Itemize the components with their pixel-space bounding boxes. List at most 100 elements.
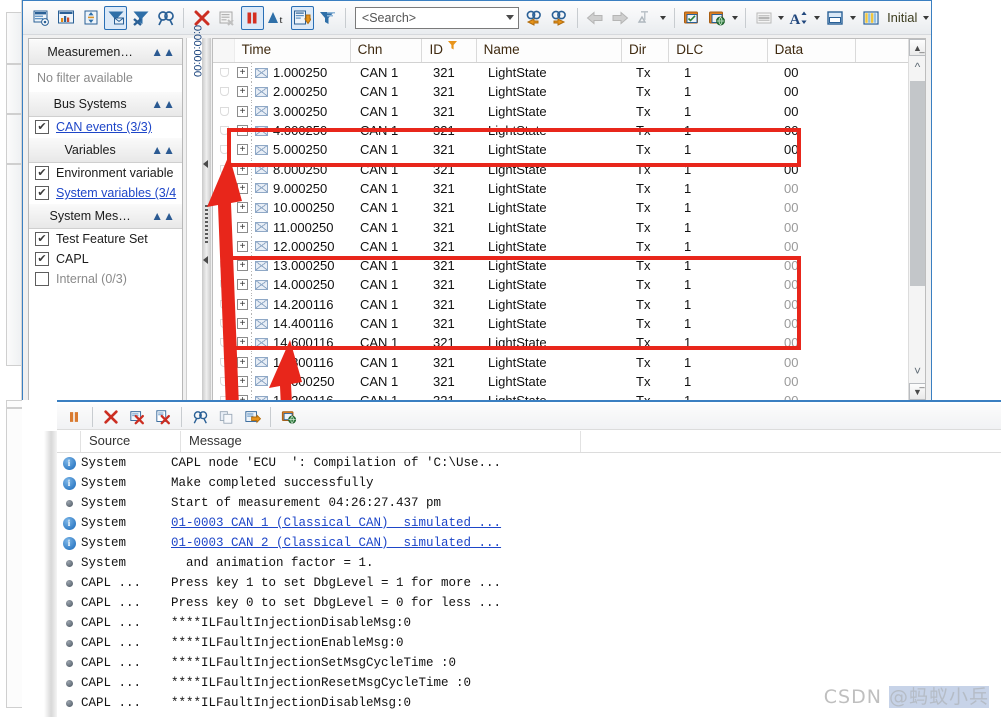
table-row[interactable]: +2.000250 CAN 1 321 LightState Tx 1 00 [213, 82, 925, 102]
highlight-box-rows-14 [227, 256, 801, 350]
configuration-icon[interactable] [29, 6, 52, 30]
open-file-icon[interactable] [680, 6, 703, 30]
scroll-top-button[interactable]: ▲̲ [909, 39, 925, 56]
color-scheme-icon[interactable] [859, 6, 882, 30]
scroll-bottom-button[interactable]: ▼̅ [909, 383, 925, 400]
row-flag-icon[interactable] [213, 68, 235, 78]
log-row[interactable]: System and animation factor = 1. [57, 553, 1001, 573]
filter-item-test-feature-set[interactable]: Test Feature Set [29, 229, 182, 249]
layout-dropdown-arrow[interactable] [920, 6, 931, 30]
log-row[interactable]: CAPL ... Press key 0 to set DbgLevel = 0 … [57, 593, 1001, 613]
clear-file-icon[interactable] [151, 405, 175, 429]
log-cell-message[interactable]: 01-0003 CAN 1 (Classical CAN) simulated … [171, 516, 501, 530]
chevron-down-icon[interactable] [505, 15, 514, 20]
log-row[interactable]: CAPL ... ****ILFaultInjectionDisableMsg:0 [57, 613, 1001, 633]
chevron-up-icon[interactable]: ▲▲ [151, 46, 175, 58]
filter-section-header-system-messages[interactable]: System Mes… ▲▲ [29, 203, 182, 229]
window-dropdown-arrow[interactable] [847, 6, 858, 30]
filter-section-header-bus-systems[interactable]: Bus Systems ▲▲ [29, 91, 182, 117]
log-column-header-source[interactable]: Source [81, 431, 181, 452]
filter-section-header-variables[interactable]: Variables ▲▲ [29, 137, 182, 163]
scroll-to-end-icon[interactable] [290, 5, 314, 30]
scrollbar-thumb[interactable] [910, 81, 925, 286]
table-row[interactable]: +11.000250 CAN 1 321 LightState Tx 1 00 [213, 217, 925, 237]
log-row[interactable]: i System Make completed successfully [57, 473, 1001, 493]
column-header-dir[interactable]: Dir [622, 39, 670, 62]
font-dropdown-arrow[interactable] [812, 6, 823, 30]
scroll-down-button[interactable]: ˅ [909, 361, 925, 381]
checkbox[interactable] [35, 186, 49, 200]
table-row[interactable]: +9.000250 CAN 1 321 LightState Tx 1 00 [213, 178, 925, 198]
log-row[interactable]: System Start of measurement 04:26:27.437 … [57, 493, 1001, 513]
log-column-header-message[interactable]: Message [181, 431, 581, 452]
window-layout-icon[interactable] [823, 6, 846, 30]
clear-all-icon[interactable] [125, 405, 149, 429]
table-row[interactable]: +12.000250 CAN 1 321 LightState Tx 1 00 [213, 236, 925, 256]
checkbox[interactable] [35, 120, 49, 134]
pause-icon[interactable] [240, 5, 264, 30]
row-flag-icon[interactable] [213, 106, 235, 116]
expand-row-icon[interactable]: + [237, 67, 248, 79]
column-header-name[interactable]: Name [477, 39, 623, 62]
row-flag-icon[interactable] [213, 87, 235, 97]
log-cell-message[interactable]: 01-0003 CAN 2 (Classical CAN) simulated … [171, 536, 501, 550]
filter-item-system-variables[interactable]: System variables (3/4 [29, 183, 182, 203]
filter-messages-icon[interactable] [104, 5, 128, 30]
checkbox[interactable] [35, 232, 49, 246]
clear-icon[interactable] [99, 405, 123, 429]
column-header-dlc[interactable]: DLC [669, 39, 768, 62]
filter-item-environment-variable[interactable]: Environment variable [29, 163, 182, 183]
export-icon[interactable] [240, 405, 264, 429]
checkbox[interactable] [35, 252, 49, 266]
filter-item-internal[interactable]: Internal (0/3) [29, 269, 182, 289]
table-row[interactable]: +1.000250 CAN 1 321 LightState Tx 1 00 [213, 63, 925, 83]
filter-section-header-measurement[interactable]: Measuremen… ▲▲ [29, 39, 182, 65]
filter-item-can-events[interactable]: CAN events (3/3) [29, 117, 182, 137]
table-row[interactable]: +10.000250 CAN 1 321 LightState Tx 1 00 [213, 198, 925, 218]
filter-item-label[interactable]: CAN events (3/3) [56, 120, 152, 134]
log-row[interactable]: CAPL ... ****ILFaultInjectionEnableMsg:0 [57, 633, 1001, 653]
column-header-time[interactable]: Time [235, 39, 351, 62]
table-row[interactable]: +3.000250 CAN 1 321 LightState Tx 1 00 [213, 101, 925, 121]
checkbox[interactable] [35, 166, 49, 180]
find-icon[interactable] [154, 6, 177, 30]
filter-config-icon[interactable] [316, 6, 339, 30]
checkbox[interactable] [35, 272, 49, 286]
marker-dropdown-arrow[interactable] [658, 6, 669, 30]
export-dropdown-arrow[interactable] [730, 6, 741, 30]
log-row[interactable]: i System 01-0003 CAN 1 (Classical CAN) sim… [57, 513, 1001, 533]
column-header-chn[interactable]: Chn [351, 39, 423, 62]
expand-row-icon[interactable]: + [237, 105, 248, 117]
table-scrollbar[interactable]: ▲̲ ^ ˅ ▼̅ [908, 39, 925, 400]
chevron-up-icon[interactable]: ▲▲ [151, 98, 175, 110]
font-size-icon[interactable]: A [788, 6, 811, 30]
column-dropdown-arrow[interactable] [776, 6, 787, 30]
log-row[interactable]: i System CAPL node 'ECU ': Compilation of … [57, 453, 1001, 473]
scroll-up-button[interactable]: ^ [909, 57, 925, 77]
chevron-up-icon[interactable]: ▲▲ [151, 210, 175, 222]
pause-icon[interactable] [62, 405, 86, 429]
find-previous-icon[interactable] [523, 6, 546, 30]
find-next-icon[interactable] [548, 6, 571, 30]
open-web-icon[interactable] [277, 405, 301, 429]
export-web-icon[interactable] [706, 6, 729, 30]
search-input[interactable]: <Search> [354, 6, 519, 29]
log-window-top-border [57, 400, 1001, 402]
log-row[interactable]: CAPL ... ****ILFaultInjectionSetMsgCycleT… [57, 653, 1001, 673]
filter-item-label[interactable]: System variables (3/4 [56, 186, 176, 200]
cell-dlc: 1 [684, 373, 692, 389]
filter-item-capl[interactable]: CAPL [29, 249, 182, 269]
stop-filter-icon[interactable] [129, 6, 152, 30]
expand-collapse-icon[interactable] [79, 6, 102, 30]
log-cell-message: ****ILFaultInjectionDisableMsg:0 [171, 616, 412, 630]
log-row[interactable]: CAPL ... Press key 1 to set DbgLevel = 1 … [57, 573, 1001, 593]
log-row[interactable]: i System 01-0003 CAN 2 (Classical CAN) sim… [57, 533, 1001, 553]
analysis-text-icon[interactable]: t [266, 6, 289, 30]
expand-row-icon[interactable]: + [237, 86, 248, 98]
column-header-id[interactable]: ID [422, 39, 477, 62]
clear-list-icon[interactable] [215, 6, 238, 30]
find-icon[interactable] [188, 405, 212, 429]
chevron-up-icon[interactable]: ▲▲ [151, 144, 175, 156]
column-header-data[interactable]: Data [768, 39, 857, 62]
statistics-icon[interactable] [54, 6, 77, 30]
